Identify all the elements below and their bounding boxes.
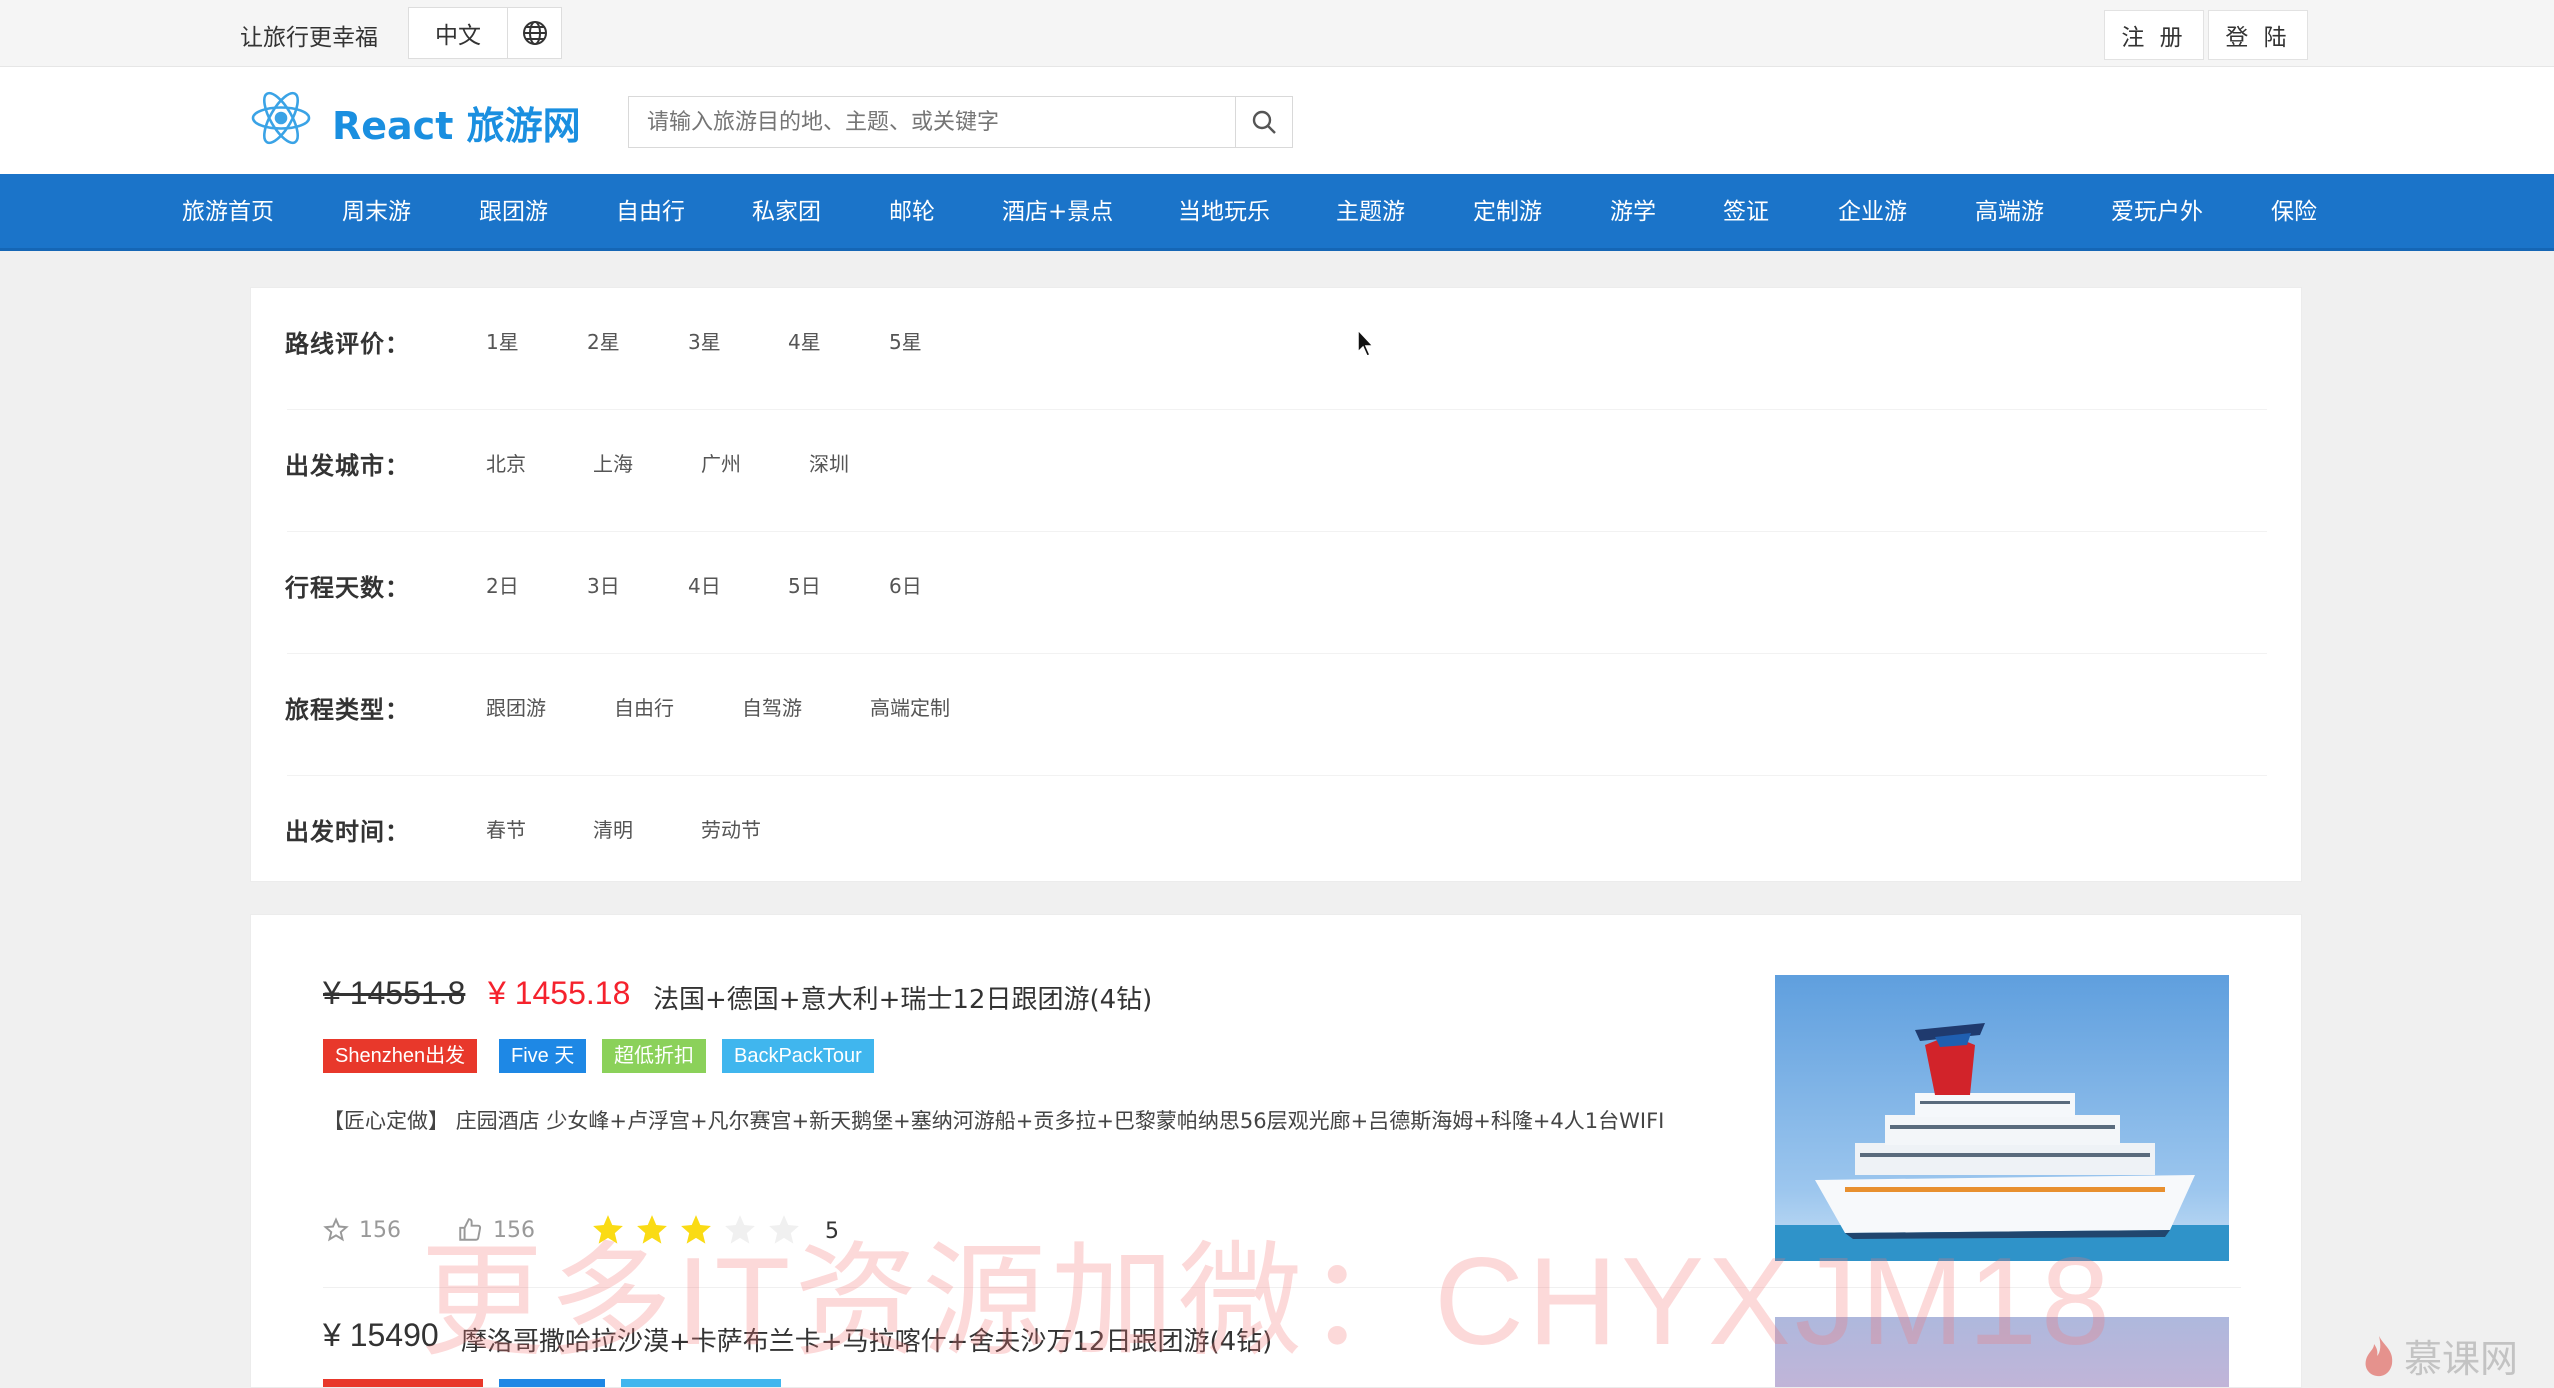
slogan: 让旅行更幸福: [240, 25, 378, 51]
tag-tour-type: BackPackTour: [722, 1039, 874, 1073]
tag-days: Five 天: [499, 1039, 587, 1073]
nav-item-hotel-attraction[interactable]: 酒店+景点: [1002, 174, 1113, 251]
flame-icon: [2365, 1335, 2393, 1376]
product-image[interactable]: [1775, 1317, 2229, 1387]
brand-watermark: 慕课网: [2362, 1328, 2518, 1383]
filter-row-city: 出发城市： 北京 上海 广州 深圳: [251, 410, 2303, 532]
tag-departure: [323, 1379, 483, 1387]
favorite-count: 156: [359, 1217, 401, 1243]
filter-option[interactable]: 劳动节: [701, 814, 761, 843]
nav-item-insurance[interactable]: 保险: [2271, 174, 2317, 251]
nav-item-local-fun[interactable]: 当地玩乐: [1178, 174, 1270, 251]
favorite-button[interactable]: 156: [323, 1217, 401, 1243]
star-empty-icon[interactable]: [767, 1213, 801, 1247]
nav-item-corporate[interactable]: 企业游: [1838, 174, 1907, 251]
filter-option[interactable]: 北京: [486, 448, 526, 477]
nav-item-group-tour[interactable]: 跟团游: [479, 174, 548, 251]
language-button[interactable]: 中文: [408, 7, 508, 59]
tag-discount: 超低折扣: [602, 1039, 706, 1073]
like-button[interactable]: 156: [457, 1217, 535, 1243]
filter-option[interactable]: 广州: [701, 448, 741, 477]
filter-option[interactable]: 高端定制: [870, 692, 950, 721]
filter-row-departure-time: 出发时间： 春节 清明 劳动节: [251, 776, 2303, 898]
nav-item-weekend[interactable]: 周末游: [342, 174, 411, 251]
login-button[interactable]: 登 陆: [2208, 10, 2308, 60]
nav-item-free-travel[interactable]: 自由行: [616, 174, 685, 251]
nav-item-custom-tour[interactable]: 定制游: [1473, 174, 1542, 251]
nav-item-visa[interactable]: 签证: [1723, 174, 1769, 251]
site-title[interactable]: React 旅游网: [332, 95, 581, 150]
star-outline-icon: [323, 1217, 349, 1242]
tag-tour-type: [621, 1379, 781, 1387]
filter-panel: 路线评价： 1星 2星 3星 4星 5星 出发城市： 北京 上海 广州 深圳 行…: [250, 287, 2302, 882]
thumbs-up-icon: [459, 1218, 482, 1241]
nav-item-outdoor[interactable]: 爱玩户外: [2111, 174, 2203, 251]
filter-label: 出发城市：: [285, 452, 410, 480]
main-nav: 旅游首页 周末游 跟团游 自由行 私家团 邮轮 酒店+景点 当地玩乐 主题游 定…: [0, 174, 2554, 251]
star-filled-icon[interactable]: [635, 1213, 669, 1247]
filter-row-rating: 路线评价： 1星 2星 3星 4星 5星: [251, 288, 2303, 410]
filter-label: 旅程类型：: [285, 696, 410, 724]
like-count: 156: [493, 1217, 535, 1243]
star-filled-icon[interactable]: [591, 1213, 625, 1247]
filter-option[interactable]: 2日: [486, 570, 519, 599]
star-filled-icon[interactable]: [679, 1213, 713, 1247]
filter-option[interactable]: 自驾游: [742, 692, 802, 721]
discount-price: ¥ 1455.18: [488, 975, 631, 1011]
filter-option[interactable]: 3日: [587, 570, 620, 599]
tag-days: [499, 1379, 605, 1387]
product-list: ¥ 14551.8 ¥ 1455.18 法国+德国+意大利+瑞士12日跟团游(4…: [250, 914, 2302, 1388]
cruise-ship-image[interactable]: [1775, 975, 2229, 1261]
brand-text: 慕课网: [2404, 1337, 2519, 1381]
filter-option[interactable]: 5日: [788, 570, 821, 599]
product-title[interactable]: 法国+德国+意大利+瑞士12日跟团游(4钻): [653, 979, 1152, 1016]
filter-option[interactable]: 自由行: [614, 692, 674, 721]
product-description: 【匠心定做】 庄园酒店 少女峰+卢浮宫+凡尔赛宫+新天鹅堡+塞纳河游船+贡多拉+…: [323, 1109, 1665, 1133]
nav-item-luxury[interactable]: 高端游: [1975, 174, 2044, 251]
globe-icon[interactable]: [508, 7, 562, 59]
filter-label: 路线评价：: [285, 330, 410, 358]
filter-option[interactable]: 清明: [593, 814, 633, 843]
filter-option[interactable]: 2星: [587, 326, 620, 355]
price: ¥ 15490: [323, 1317, 439, 1353]
rating-stars[interactable]: [591, 1213, 801, 1247]
register-button[interactable]: 注 册: [2104, 10, 2204, 60]
search-button[interactable]: [1236, 96, 1293, 148]
filter-option[interactable]: 跟团游: [486, 692, 546, 721]
filter-option[interactable]: 3星: [688, 326, 721, 355]
filter-label: 出发时间：: [285, 818, 410, 846]
header: React 旅游网: [0, 67, 2554, 174]
filter-option[interactable]: 5星: [889, 326, 922, 355]
cursor-icon: [1357, 328, 1375, 357]
filter-row-trip-type: 旅程类型： 跟团游 自由行 自驾游 高端定制: [251, 654, 2303, 776]
top-bar: 让旅行更幸福 中文 注 册 登 陆: [0, 0, 2554, 67]
rating-value: 5: [825, 1219, 839, 1244]
filter-option[interactable]: 6日: [889, 570, 922, 599]
filter-label: 行程天数：: [285, 574, 410, 602]
filter-option[interactable]: 4星: [788, 326, 821, 355]
filter-option[interactable]: 深圳: [809, 448, 849, 477]
filter-option[interactable]: 4日: [688, 570, 721, 599]
filter-row-days: 行程天数： 2日 3日 4日 5日 6日: [251, 532, 2303, 654]
original-price: ¥ 14551.8: [323, 975, 466, 1011]
product-title[interactable]: 摩洛哥撒哈拉沙漠+卡萨布兰卡+马拉喀什+舍夫沙万12日跟团游(4钻): [461, 1321, 1272, 1358]
nav-item-home[interactable]: 旅游首页: [182, 174, 274, 251]
nav-item-private-group[interactable]: 私家团: [752, 174, 821, 251]
search-icon: [1252, 110, 1276, 134]
search-input[interactable]: [628, 96, 1236, 148]
filter-option[interactable]: 上海: [593, 448, 633, 477]
nav-item-theme-tour[interactable]: 主题游: [1336, 174, 1405, 251]
divider: [323, 1287, 2241, 1288]
nav-item-cruise[interactable]: 邮轮: [889, 174, 935, 251]
star-empty-icon[interactable]: [723, 1213, 757, 1247]
filter-option[interactable]: 春节: [486, 814, 526, 843]
nav-item-study-tour[interactable]: 游学: [1610, 174, 1656, 251]
filter-option[interactable]: 1星: [486, 326, 519, 355]
react-logo-icon[interactable]: [250, 87, 312, 149]
tag-departure: Shenzhen出发: [323, 1039, 478, 1073]
